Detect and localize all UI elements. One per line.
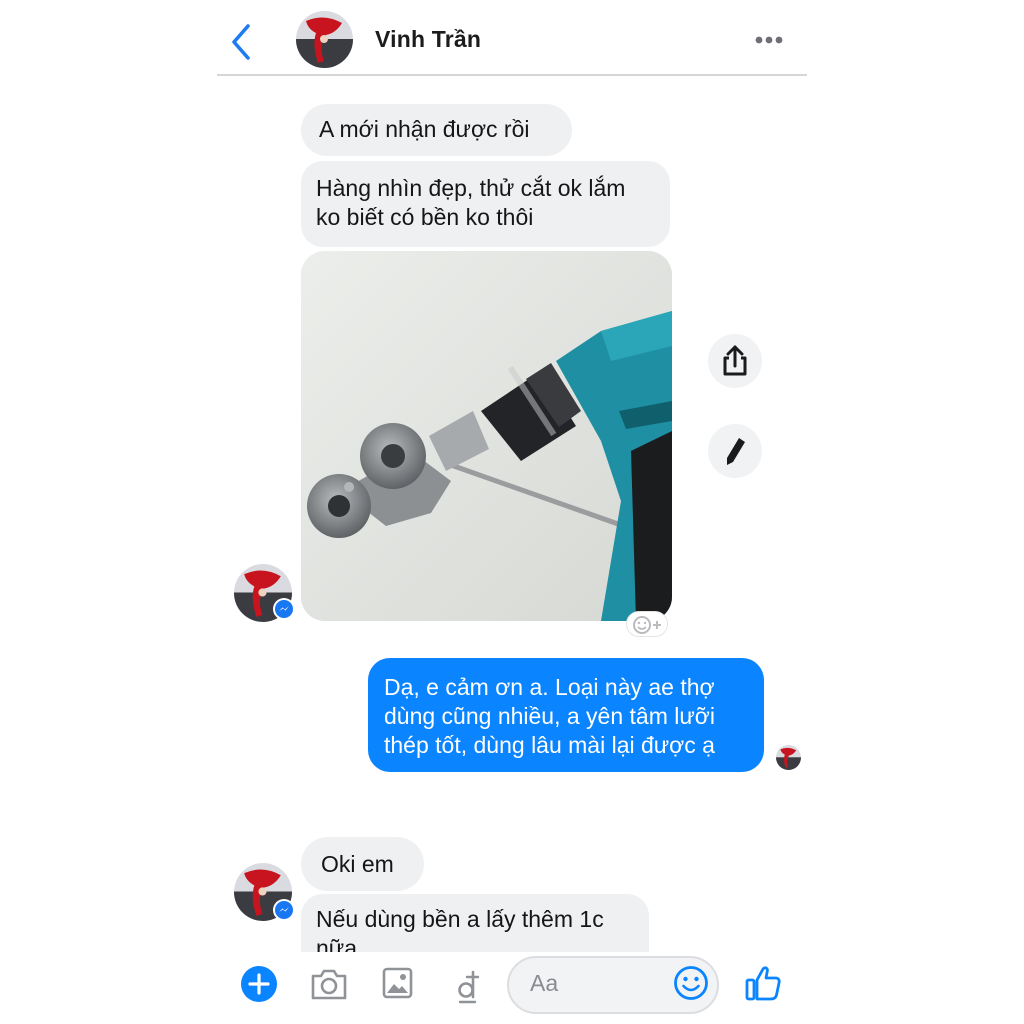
chevron-left-icon — [232, 24, 250, 60]
input-placeholder: Aa — [530, 970, 559, 996]
more-dots-icon — [755, 36, 783, 44]
message-line: Oki em — [321, 851, 394, 877]
contact-name[interactable]: Vinh Trần — [375, 26, 481, 53]
messenger-badge-icon — [273, 899, 295, 921]
message-line: A mới nhận được rồi — [319, 116, 530, 142]
message-line: ko biết có bền ko thôi — [316, 204, 534, 230]
camera-button[interactable] — [309, 966, 349, 1002]
share-icon — [723, 345, 747, 376]
message-line: dùng cũng nhiều, a yên tâm lưỡi — [384, 703, 715, 729]
more-options-button[interactable] — [750, 28, 788, 52]
outgoing-message[interactable]: Dạ, e cảm ơn a. Loại này ae thợ dùng cũn… — [368, 658, 764, 772]
incoming-message[interactable]: Oki em — [301, 837, 424, 891]
incoming-message[interactable]: A mới nhận được rồi — [301, 104, 572, 156]
message-line: Hàng nhìn đẹp, thử cắt ok lắm — [316, 175, 626, 201]
thumbs-up-icon — [745, 966, 781, 1001]
incoming-message[interactable]: Hàng nhìn đẹp, thử cắt ok lắm ko biết có… — [301, 161, 670, 247]
smiley-icon — [674, 966, 708, 1000]
edit-button[interactable] — [708, 424, 762, 478]
add-reaction-icon — [633, 616, 661, 634]
plus-icon — [241, 966, 277, 1002]
avatar-image — [776, 745, 801, 770]
pencil-icon — [727, 438, 745, 465]
add-reaction-button[interactable] — [626, 611, 668, 637]
avatar-image — [296, 11, 353, 68]
contact-avatar[interactable] — [296, 11, 353, 68]
image-icon — [382, 967, 413, 999]
message-line: nữa — [316, 935, 357, 954]
incoming-message[interactable]: Nếu dùng bền a lấy thêm 1c nữa — [301, 894, 649, 954]
more-actions-button[interactable] — [240, 965, 278, 1003]
photo-message[interactable] — [301, 251, 672, 621]
send-money-button[interactable] — [455, 966, 481, 1004]
emoji-button[interactable] — [673, 965, 709, 1001]
messenger-badge-icon — [273, 598, 295, 620]
dong-currency-icon — [458, 970, 480, 1004]
header-divider — [217, 74, 807, 76]
message-line: Nếu dùng bền a lấy thêm 1c — [316, 906, 604, 932]
drill-photo — [301, 251, 672, 621]
like-button[interactable] — [743, 963, 783, 1003]
share-button[interactable] — [708, 334, 762, 388]
back-button[interactable] — [226, 22, 256, 62]
seen-indicator-avatar — [776, 745, 801, 770]
gallery-button[interactable] — [381, 966, 414, 1000]
message-line: thép tốt, dùng lâu mài lại được ạ — [384, 732, 715, 758]
message-line: Dạ, e cảm ơn a. Loại này ae thợ — [384, 674, 715, 700]
camera-icon — [311, 969, 347, 1000]
